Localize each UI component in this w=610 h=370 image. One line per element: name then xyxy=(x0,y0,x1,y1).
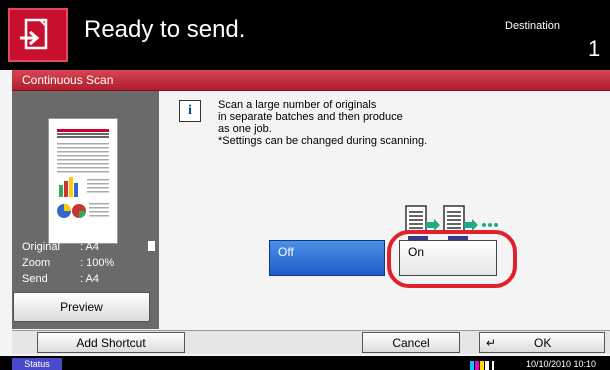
send-document-icon xyxy=(8,8,68,62)
ok-label: OK xyxy=(534,335,552,350)
zoom-value: : 100% xyxy=(80,257,115,269)
document-thumbnail xyxy=(48,118,118,244)
screen: Ready to send. Destination 1 Continuous … xyxy=(0,0,610,370)
add-shortcut-button[interactable]: Add Shortcut xyxy=(37,332,185,353)
enter-icon: ↵ xyxy=(486,335,497,350)
status-button[interactable]: Status xyxy=(12,358,62,370)
zoom-label: Zoom xyxy=(22,257,51,269)
destination-label: Destination xyxy=(505,20,561,32)
page-icon xyxy=(148,241,155,251)
screen-title-bar: Continuous Scan xyxy=(12,70,610,91)
status-bar xyxy=(0,356,610,370)
cancel-button[interactable]: Cancel xyxy=(362,332,460,353)
send-size-row: Send : A4 xyxy=(22,273,159,285)
original-label: Original xyxy=(22,241,60,253)
on-option-button[interactable]: On xyxy=(399,240,497,276)
screen-title: Continuous Scan xyxy=(22,73,114,87)
zoom-row: Zoom : 100% xyxy=(22,257,159,269)
toner-level-icon xyxy=(470,358,500,370)
ok-button[interactable]: ↵ OK xyxy=(479,332,605,353)
original-value: : A4 xyxy=(80,241,99,253)
preview-button[interactable]: Preview xyxy=(13,292,150,322)
info-icon: i xyxy=(179,100,201,122)
page-title: Ready to send. xyxy=(84,16,246,43)
info-description: Scan a large number of originals in sepa… xyxy=(218,99,428,147)
send-value: : A4 xyxy=(80,273,99,285)
original-size-row: Original : A4 xyxy=(22,241,159,253)
destination-count: 1 xyxy=(588,36,601,61)
off-option-button[interactable]: Off xyxy=(269,240,385,276)
header-bar: Ready to send. Destination 1 xyxy=(0,0,610,70)
send-label: Send xyxy=(22,273,48,285)
datetime: 10/10/2010 10:10 xyxy=(526,359,597,369)
